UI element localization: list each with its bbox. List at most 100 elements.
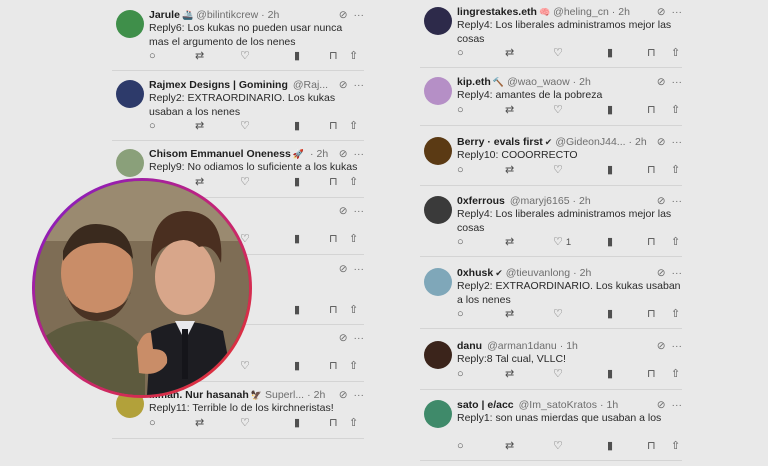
tweet[interactable]: 0xferrous @maryj6165 · 2h ⊘ ··· Reply4: Los li… [420,194,682,262]
share-icon[interactable]: ⇧ [671,440,680,452]
more-icon[interactable]: ··· [672,267,683,279]
more-icon[interactable]: ··· [354,205,365,217]
share-icon[interactable]: ⇧ [349,50,358,62]
author-handle[interactable]: @bilintikcrew [196,9,258,21]
more-icon[interactable]: ··· [672,6,683,18]
author-name[interactable]: 0xferrous [457,195,505,207]
reply-icon[interactable]: ○ [457,164,464,176]
author-name[interactable]: sato | e/acc [457,399,514,411]
tweet[interactable]: danu @arman1danu · 1h ⊘ ··· Reply:8 Tal cual, … [420,339,682,395]
retweet-icon[interactable]: ⇄ [195,417,204,429]
tweet[interactable]: Berry · evals first ✔ @GideonJ44... · 2h ⊘ ···… [420,135,682,191]
avatar[interactable] [424,137,452,165]
author-handle[interactable]: @tieuvanlong [506,267,570,279]
share-icon[interactable]: ⇧ [349,176,358,188]
retweet-icon[interactable]: ⇄ [505,236,514,248]
grok-icon[interactable]: ⊘ [657,195,666,207]
grok-icon[interactable]: ⊘ [339,205,348,217]
reply-icon[interactable]: ○ [149,120,156,132]
author-name[interactable]: Jarule [149,9,180,21]
grok-icon[interactable]: ⊘ [657,6,666,18]
timestamp[interactable]: 2h [635,136,647,148]
author-name[interactable]: lingrestakes.eth [457,6,537,18]
like-icon[interactable]: ♡ 1 [553,236,571,249]
bookmark-icon[interactable]: ⊓ [647,164,656,176]
views-icon[interactable]: ▮ [294,176,300,188]
tweet[interactable]: Jarule 🚢 @bilintikcrew · 2h ⊘ ··· Reply6: Los k… [112,8,364,76]
grok-icon[interactable]: ⊘ [339,79,348,91]
bookmark-icon[interactable]: ⊓ [647,47,656,59]
tweet[interactable]: kip.eth 🔨 @wao_waow · 2h ⊘ ··· Reply4: amantes … [420,75,682,131]
retweet-icon[interactable]: ⇄ [505,308,514,320]
bookmark-icon[interactable]: ⊓ [329,417,338,429]
author-handle[interactable]: @arman1danu [487,340,557,352]
author-handle[interactable]: @heling_cn [553,6,609,18]
views-icon[interactable]: ▮ [607,308,613,320]
like-icon[interactable]: ♡ [553,440,563,452]
reply-icon[interactable]: ○ [149,417,156,429]
share-icon[interactable]: ⇧ [349,120,358,132]
avatar[interactable] [424,77,452,105]
retweet-icon[interactable]: ⇄ [505,368,514,380]
bookmark-icon[interactable]: ⊓ [329,360,338,372]
bookmark-icon[interactable]: ⊓ [329,50,338,62]
views-icon[interactable]: ▮ [294,360,300,372]
retweet-icon[interactable]: ⇄ [505,164,514,176]
like-icon[interactable]: ♡ [553,47,563,59]
timestamp[interactable]: 2h [317,148,329,160]
bookmark-icon[interactable]: ⊓ [329,233,338,245]
more-icon[interactable]: ··· [354,263,365,275]
author-name[interactable]: Chisom Emmanuel Oneness [149,148,291,160]
author-name[interactable]: Berry · evals first [457,136,543,148]
views-icon[interactable]: ▮ [294,304,300,316]
like-icon[interactable]: ♡ [240,417,250,429]
bookmark-icon[interactable]: ⊓ [329,120,338,132]
grok-icon[interactable]: ⊘ [339,148,348,160]
like-icon[interactable]: ♡ [553,308,563,320]
more-icon[interactable]: ··· [354,9,365,21]
tweet[interactable]: lingrestakes.eth 🧠 @heling_cn · 2h ⊘ ··· Reply4… [420,5,682,73]
more-icon[interactable]: ··· [354,389,365,401]
views-icon[interactable]: ▮ [294,417,300,429]
like-icon[interactable]: ♡ [553,104,563,116]
reply-icon[interactable]: ○ [149,50,156,62]
tweet[interactable]: sato | e/acc @Im_satoKratos · 1h ⊘ ··· Reply1:… [420,398,682,466]
share-icon[interactable]: ⇧ [671,104,680,116]
like-icon[interactable]: ♡ [240,50,250,62]
author-name[interactable]: Rajmex Designs | Gomining [149,79,288,91]
grok-icon[interactable]: ⊘ [339,263,348,275]
bookmark-icon[interactable]: ⊓ [329,176,338,188]
like-icon[interactable]: ♡ [553,368,563,380]
grok-icon[interactable]: ⊘ [657,267,666,279]
grok-icon[interactable]: ⊘ [339,332,348,344]
avatar[interactable] [116,80,144,108]
views-icon[interactable]: ▮ [607,104,613,116]
views-icon[interactable]: ▮ [607,368,613,380]
views-icon[interactable]: ▮ [607,440,613,452]
avatar[interactable] [424,341,452,369]
author-name[interactable]: danu [457,340,482,352]
more-icon[interactable]: ··· [672,340,683,352]
author-handle[interactable]: @GideonJ44... [555,136,625,148]
retweet-icon[interactable]: ⇄ [505,104,514,116]
author-handle[interactable]: @wao_waow [507,76,570,88]
reply-icon[interactable]: ○ [457,440,464,452]
author-handle[interactable]: @maryj6165 [510,195,570,207]
views-icon[interactable]: ▮ [294,50,300,62]
avatar[interactable] [116,10,144,38]
more-icon[interactable]: ··· [672,399,683,411]
retweet-icon[interactable]: ⇄ [195,50,204,62]
share-icon[interactable]: ⇧ [349,304,358,316]
views-icon[interactable]: ▮ [607,236,613,248]
avatar[interactable] [424,268,452,296]
author-handle[interactable]: Superl... [265,389,304,401]
timestamp[interactable]: 2h [580,267,592,279]
author-name[interactable]: kip.eth [457,76,491,88]
more-icon[interactable]: ··· [354,332,365,344]
views-icon[interactable]: ▮ [607,47,613,59]
timestamp[interactable]: 2h [314,389,326,401]
bookmark-icon[interactable]: ⊓ [647,440,656,452]
bookmark-icon[interactable]: ⊓ [647,368,656,380]
grok-icon[interactable]: ⊘ [339,9,348,21]
share-icon[interactable]: ⇧ [349,417,358,429]
